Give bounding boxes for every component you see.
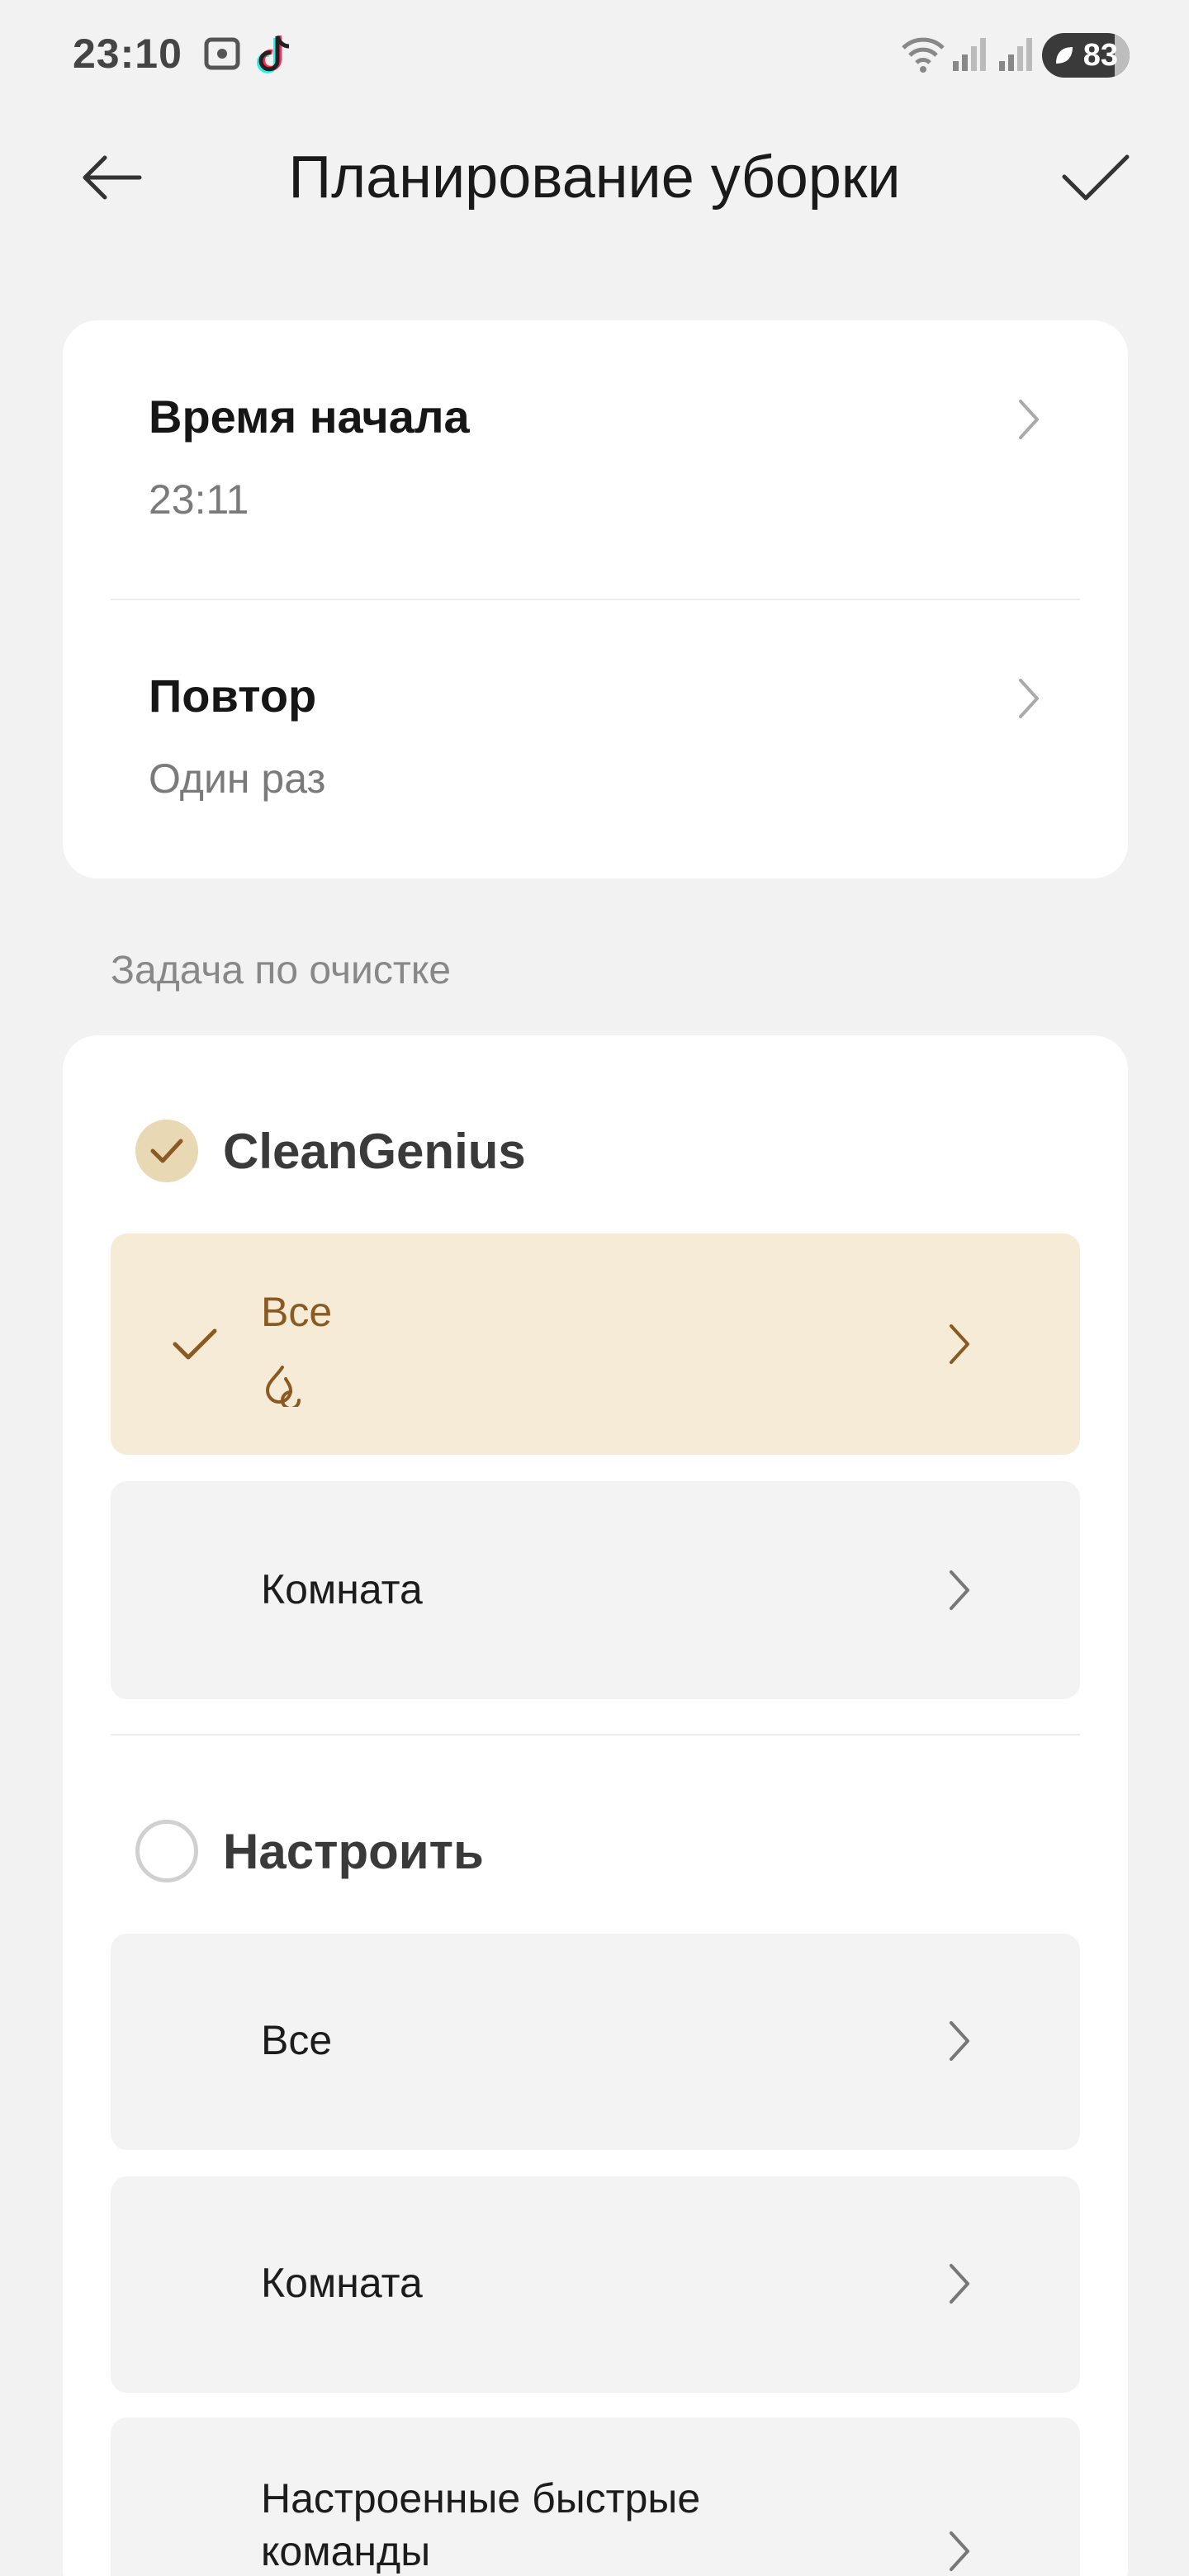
status-time: 23:10 [73, 31, 182, 77]
custom-label: Настроить [223, 1824, 484, 1879]
radio-checked[interactable] [135, 1120, 198, 1182]
chevron-right-icon [950, 2531, 969, 2571]
repeat-label: Повтор [149, 670, 317, 722]
app-header: Планирование уборки [0, 116, 1189, 239]
chevron-right-icon [1019, 679, 1039, 718]
signal-icon [996, 33, 1037, 78]
clean-genius-radio-row[interactable]: CleanGenius [63, 1085, 1128, 1200]
chevron-right-icon [950, 1570, 969, 1610]
signal-icon [950, 33, 991, 78]
check-icon [173, 1328, 217, 1360]
repeat-row[interactable]: Повтор Один раз [63, 599, 1128, 878]
battery-level: 83 [1082, 37, 1118, 73]
tiktok-icon [254, 33, 296, 82]
chevron-right-icon [950, 1324, 969, 1364]
confirm-button[interactable] [1054, 140, 1136, 215]
check-icon [1062, 154, 1130, 201]
battery-indicator: 83 [1042, 33, 1130, 78]
chevron-right-icon [950, 2264, 969, 2304]
option-label: Все [261, 1289, 333, 1335]
chevron-right-icon [950, 2021, 969, 2061]
option-label: Комната [261, 2260, 423, 2306]
page: 23:10 83 Планирование уборки Время начал… [0, 0, 1189, 2576]
check-icon [150, 1139, 183, 1163]
screenshot-icon [201, 33, 243, 78]
task-card: CleanGenius Все Комната Настроить Все Ко… [63, 1035, 1128, 2576]
option-label: Настроенные быстрые команды [261, 2475, 701, 2574]
divider [111, 1734, 1080, 1735]
option-label: Комната [261, 1566, 423, 1612]
clean-genius-option-room[interactable]: Комната [111, 1481, 1080, 1699]
custom-radio-row[interactable]: Настроить [63, 1785, 1128, 1901]
leaf-icon [1056, 47, 1073, 64]
section-label: Задача по очистке [111, 949, 452, 992]
page-title: Планирование уборки [288, 144, 901, 211]
clean-genius-option-all[interactable]: Все [111, 1234, 1080, 1455]
custom-option-room[interactable]: Комната [111, 2176, 1080, 2393]
start-time-value: 23:11 [149, 476, 249, 523]
clean-genius-label: CleanGenius [223, 1124, 526, 1179]
chevron-right-icon [1019, 400, 1039, 439]
wifi-icon [900, 33, 946, 78]
radio-unchecked[interactable] [135, 1820, 198, 1882]
start-time-row[interactable]: Время начала 23:11 [63, 320, 1128, 599]
option-label: Все [261, 2017, 333, 2063]
custom-option-shortcuts[interactable]: Настроенные быстрые команды [111, 2417, 1080, 2576]
start-time-label: Время начала [149, 391, 470, 443]
status-bar: 23:10 83 [0, 0, 1189, 107]
clean-mode-icon [265, 1366, 301, 1407]
schedule-card: Время начала 23:11 Повтор Один раз [63, 320, 1128, 878]
custom-option-all[interactable]: Все [111, 1934, 1080, 2150]
repeat-value: Один раз [149, 755, 326, 802]
